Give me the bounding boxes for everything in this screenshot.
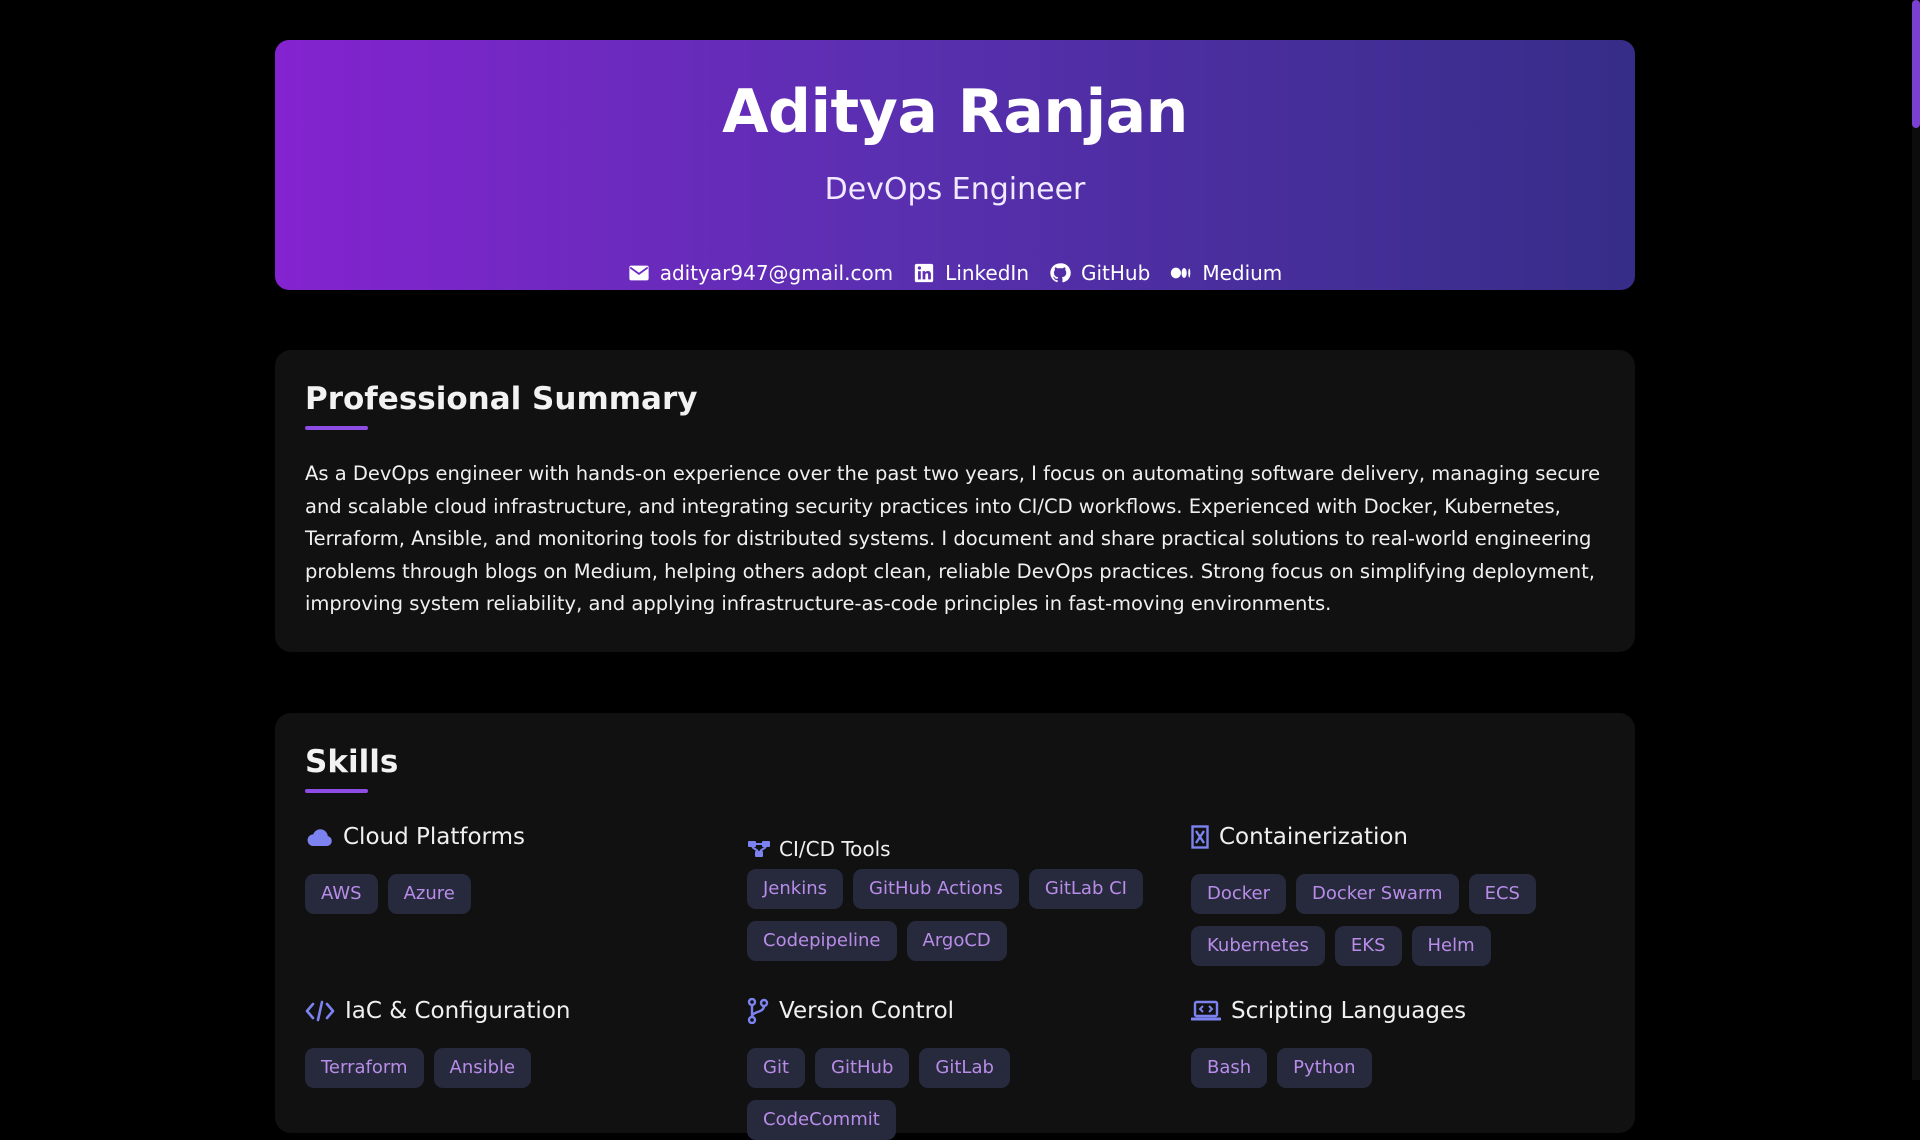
contact-links: adityar947@gmail.com LinkedIn GitHub Med… bbox=[275, 258, 1635, 288]
pipeline-icon bbox=[747, 839, 771, 859]
skill-tag: Ansible bbox=[433, 1048, 532, 1088]
skill-group-title-containerization: Containerization bbox=[1191, 824, 1408, 850]
github-label: GitHub bbox=[1081, 261, 1151, 285]
skill-tag: Helm bbox=[1411, 926, 1491, 966]
skill-tags-containerization: Docker Docker Swarm ECS Kubernetes EKS H… bbox=[1191, 874, 1601, 966]
skill-group-title-version-control: Version Control bbox=[747, 998, 954, 1024]
skill-tag: Bash bbox=[1191, 1048, 1268, 1088]
medium-label: Medium bbox=[1202, 261, 1283, 285]
container-icon bbox=[1191, 825, 1209, 849]
skill-group-label: Scripting Languages bbox=[1231, 998, 1467, 1024]
email-label: adityar947@gmail.com bbox=[659, 261, 894, 285]
skill-tag: Terraform bbox=[305, 1048, 424, 1088]
skill-tags-scripting: Bash Python bbox=[1191, 1048, 1601, 1088]
skill-tag: Docker bbox=[1191, 874, 1287, 914]
github-link[interactable]: GitHub bbox=[1049, 261, 1150, 285]
skill-group-title-iac: IaC & Configuration bbox=[305, 998, 570, 1024]
branch-icon bbox=[747, 998, 769, 1024]
professional-summary-card: Professional Summary As a DevOps enginee… bbox=[275, 350, 1635, 652]
medium-icon bbox=[1170, 262, 1192, 284]
github-icon bbox=[1049, 262, 1071, 284]
cloud-icon bbox=[305, 826, 333, 848]
profile-name: Aditya Ranjan bbox=[722, 77, 1188, 147]
skill-tag: Docker Swarm bbox=[1296, 874, 1459, 914]
skill-tags-iac: Terraform Ansible bbox=[305, 1048, 705, 1088]
skill-tag: GitLab bbox=[919, 1048, 1010, 1088]
linkedin-label: LinkedIn bbox=[945, 261, 1029, 285]
skill-tag: Kubernetes bbox=[1191, 926, 1325, 966]
summary-heading-underline bbox=[305, 426, 368, 430]
skill-group-label: Version Control bbox=[779, 998, 955, 1024]
skill-tag: CodeCommit bbox=[747, 1100, 896, 1140]
skill-tag: GitHub Actions bbox=[853, 869, 1019, 909]
skill-tag: ArgoCD bbox=[906, 921, 1007, 961]
scrollbar-thumb[interactable] bbox=[1912, 0, 1920, 128]
laptop-code-icon bbox=[1191, 1000, 1221, 1022]
skill-tag: GitHub bbox=[815, 1048, 910, 1088]
skill-group-title-scripting: Scripting Languages bbox=[1191, 998, 1466, 1024]
profile-header: Aditya Ranjan DevOps Engineer adityar947… bbox=[275, 40, 1635, 290]
linkedin-link[interactable]: LinkedIn bbox=[913, 261, 1029, 285]
skill-tag: AWS bbox=[305, 874, 378, 914]
skill-tags-cloud: AWS Azure bbox=[305, 874, 705, 914]
envelope-icon bbox=[628, 262, 650, 284]
code-icon bbox=[305, 1000, 335, 1022]
skill-tags-version-control: Git GitHub GitLab CodeCommit bbox=[747, 1048, 1167, 1140]
skills-heading-underline bbox=[305, 789, 368, 793]
profile-title: DevOps Engineer bbox=[824, 172, 1086, 207]
summary-heading: Professional Summary bbox=[305, 381, 698, 417]
skill-tag: EKS bbox=[1334, 926, 1402, 966]
skill-group-label: Containerization bbox=[1219, 824, 1409, 850]
linkedin-icon bbox=[913, 262, 935, 284]
skill-tag: Azure bbox=[387, 874, 471, 914]
page-scrollbar[interactable] bbox=[1912, 0, 1920, 1080]
skill-tag: Python bbox=[1277, 1048, 1372, 1088]
skill-tag: ECS bbox=[1468, 874, 1536, 914]
skill-group-title-cicd: CI/CD Tools bbox=[747, 837, 891, 861]
medium-link[interactable]: Medium bbox=[1170, 261, 1282, 285]
skill-group-title-cloud: Cloud Platforms bbox=[305, 824, 525, 850]
skill-tag: Git bbox=[747, 1048, 806, 1088]
skill-tag: Jenkins bbox=[747, 869, 844, 909]
skill-tags-cicd: Jenkins GitHub Actions GitLab CI Codepip… bbox=[747, 869, 1157, 961]
skill-group-label: CI/CD Tools bbox=[779, 837, 891, 861]
summary-text: As a DevOps engineer with hands-on exper… bbox=[305, 462, 1601, 615]
skill-tag: GitLab CI bbox=[1028, 869, 1143, 909]
skills-card: Skills Cloud Platforms AWS Azure CI/CD T… bbox=[275, 713, 1635, 1140]
skill-tag: Codepipeline bbox=[747, 921, 897, 961]
skills-heading: Skills bbox=[305, 744, 399, 780]
skill-group-label: IaC & Configuration bbox=[345, 998, 571, 1024]
skill-group-label: Cloud Platforms bbox=[343, 824, 525, 850]
email-link[interactable]: adityar947@gmail.com bbox=[628, 261, 893, 285]
